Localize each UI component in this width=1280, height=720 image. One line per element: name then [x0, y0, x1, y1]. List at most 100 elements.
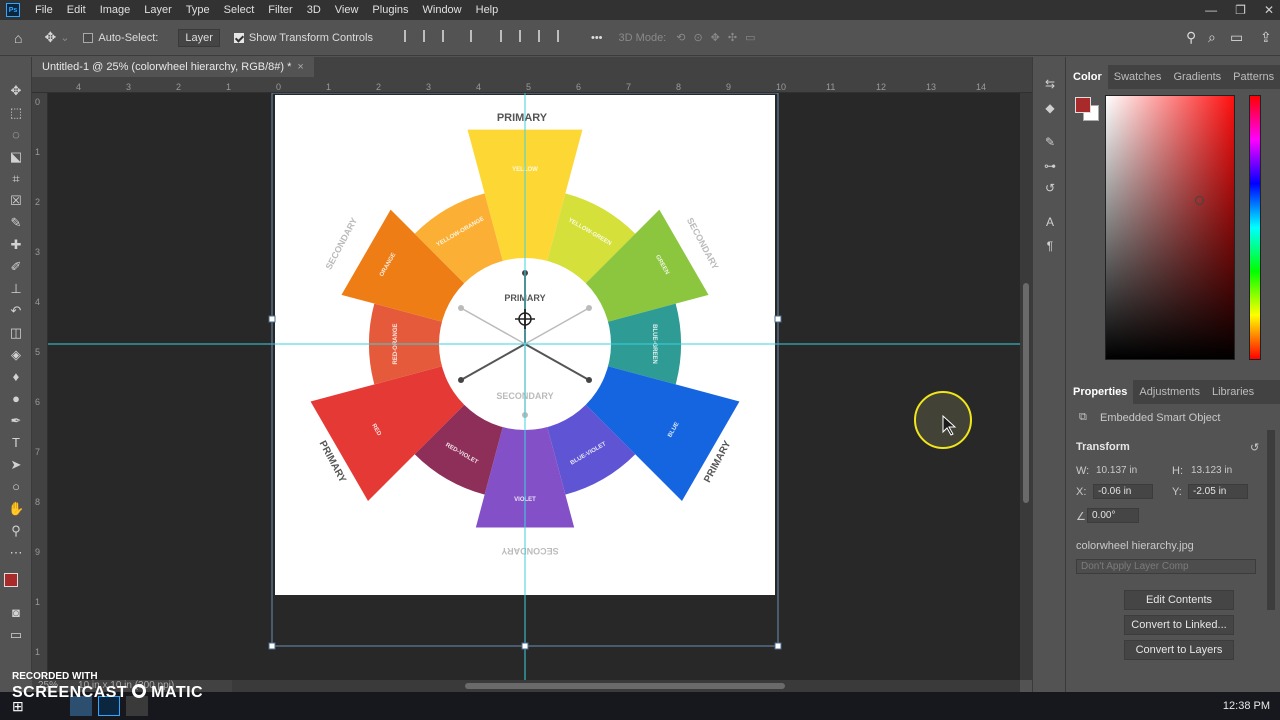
- hand-tool-icon[interactable]: ✋: [8, 501, 24, 517]
- horizontal-scrollbar-thumb[interactable]: [465, 683, 785, 689]
- horizontal-scrollbar[interactable]: [230, 680, 1020, 692]
- character-panel-icon[interactable]: A: [1043, 215, 1057, 229]
- menu-window[interactable]: Window: [416, 0, 469, 20]
- brush-tool-icon[interactable]: ✐: [8, 259, 24, 275]
- adjustments-icon[interactable]: ⊶: [1043, 159, 1057, 173]
- path-selection-icon[interactable]: ➤: [8, 457, 24, 473]
- tab-color[interactable]: Color: [1067, 65, 1108, 89]
- tab-properties[interactable]: Properties: [1067, 380, 1134, 404]
- frame-tool-icon[interactable]: ☒: [8, 193, 24, 209]
- color-picker-marker[interactable]: [1195, 196, 1204, 205]
- height-value[interactable]: 13.123 in: [1191, 465, 1232, 476]
- convert-to-layers-button[interactable]: Convert to Layers: [1124, 640, 1234, 660]
- menu-layer[interactable]: Layer: [137, 0, 179, 20]
- move-tool-icon[interactable]: ✥: [8, 83, 24, 99]
- marquee-tool-icon[interactable]: ⬚: [8, 105, 24, 121]
- dodge-tool-icon[interactable]: ●: [8, 391, 24, 407]
- convert-to-linked-button[interactable]: Convert to Linked...: [1124, 615, 1234, 635]
- align-bottom-icon[interactable]: [537, 30, 548, 42]
- width-value[interactable]: 10.137 in: [1096, 465, 1137, 476]
- more-options-icon[interactable]: •••: [591, 32, 603, 44]
- close-tab-icon[interactable]: ×: [297, 61, 303, 73]
- 3d-mode-icons[interactable]: ⟲⊙✥✣▭: [676, 31, 763, 44]
- pen-tool-icon[interactable]: ✒: [8, 413, 24, 429]
- foreground-color-swatch[interactable]: [1075, 97, 1091, 113]
- tab-swatches[interactable]: Swatches: [1108, 65, 1168, 89]
- menu-help[interactable]: Help: [469, 0, 506, 20]
- align-center-icon[interactable]: [422, 30, 433, 42]
- home-icon[interactable]: ⌂: [14, 30, 22, 46]
- edit-contents-button[interactable]: Edit Contents: [1124, 590, 1234, 610]
- layers-panel-icon[interactable]: ◆: [1043, 101, 1057, 115]
- screen-mode-icon[interactable]: ▭: [8, 627, 24, 643]
- vertical-scrollbar[interactable]: [1020, 93, 1032, 680]
- healing-brush-icon[interactable]: ✚: [8, 237, 24, 253]
- align-vertical-icon[interactable]: [556, 30, 567, 42]
- reset-transform-icon[interactable]: ↺: [1250, 441, 1259, 454]
- x-position-input[interactable]: -0.06 in: [1093, 484, 1153, 499]
- zoom-tool-icon[interactable]: ⚲: [8, 523, 24, 539]
- paint-bucket-icon[interactable]: ◈: [8, 347, 24, 363]
- share-icon[interactable]: ⇪: [1260, 29, 1272, 46]
- layer-select[interactable]: Layer: [178, 28, 220, 47]
- tab-patterns[interactable]: Patterns: [1227, 65, 1280, 89]
- restore-button[interactable]: ❐: [1235, 3, 1246, 17]
- foreground-color-swatch[interactable]: [4, 573, 18, 587]
- align-left-icon[interactable]: [403, 30, 414, 42]
- hue-slider[interactable]: [1249, 95, 1261, 360]
- align-right-icon[interactable]: [441, 30, 452, 42]
- align-middle-icon[interactable]: [518, 30, 529, 42]
- history-panel-icon[interactable]: ⇆: [1043, 77, 1057, 91]
- brush-settings-icon[interactable]: ✎: [1043, 135, 1057, 149]
- search-icon[interactable]: ⚲: [1186, 29, 1196, 46]
- quick-mask-icon[interactable]: ◙: [8, 605, 24, 621]
- ruler-top[interactable]: 4 3 2 1 0 1 2 3 4 5 6 7 8 9 10 11 12 13 …: [32, 77, 1032, 93]
- layer-comp-select[interactable]: Don't Apply Layer Comp: [1076, 559, 1256, 574]
- menu-plugins[interactable]: Plugins: [365, 0, 415, 20]
- blur-tool-icon[interactable]: ♦: [8, 369, 24, 385]
- history-icon[interactable]: ↺: [1043, 181, 1057, 195]
- properties-scrollbar[interactable]: [1267, 430, 1275, 610]
- eyedropper-icon[interactable]: ✎: [8, 215, 24, 231]
- angle-input[interactable]: 0.00°: [1087, 508, 1139, 523]
- menu-type[interactable]: Type: [179, 0, 217, 20]
- distribute-icon[interactable]: [469, 30, 480, 42]
- color-wheel-image[interactable]: YELLOWYELLOW-GREENGREENBLUE-GREENBLUEBLU…: [48, 93, 1020, 680]
- tab-adjustments[interactable]: Adjustments: [1133, 380, 1206, 404]
- menu-view[interactable]: View: [328, 0, 366, 20]
- minimize-button[interactable]: —: [1205, 3, 1217, 17]
- history-brush-icon[interactable]: ↶: [8, 303, 24, 319]
- show-transform-checkbox[interactable]: [233, 32, 249, 44]
- quick-selection-icon[interactable]: ⬕: [8, 149, 24, 165]
- ruler-left[interactable]: 0 1 2 3 4 5 6 7 8 9 1 1: [32, 93, 48, 680]
- y-position-input[interactable]: -2.05 in: [1188, 484, 1248, 499]
- zoom-search-icon[interactable]: ⌕: [1208, 29, 1216, 46]
- paragraph-panel-icon[interactable]: ¶: [1043, 239, 1057, 253]
- clone-stamp-icon[interactable]: ⊥: [8, 281, 24, 297]
- crop-tool-icon[interactable]: ⌗: [8, 171, 24, 187]
- move-tool-icon[interactable]: ✥: [44, 29, 56, 46]
- lasso-tool-icon[interactable]: ◌: [8, 127, 24, 143]
- canvas-area[interactable]: YELLOWYELLOW-GREENGREENBLUE-GREENBLUEBLU…: [48, 93, 1020, 680]
- ruler-label: 8: [676, 82, 682, 92]
- tool-preset-chevron-icon[interactable]: ⌄: [60, 31, 69, 44]
- ellipse-tool-icon[interactable]: ○: [8, 479, 24, 495]
- menu-file[interactable]: File: [28, 0, 60, 20]
- menu-edit[interactable]: Edit: [60, 0, 93, 20]
- close-window-button[interactable]: ✕: [1264, 3, 1274, 17]
- type-tool-icon[interactable]: T: [8, 435, 24, 451]
- align-top-icon[interactable]: [499, 30, 510, 42]
- document-tab[interactable]: Untitled-1 @ 25% (colorwheel hierarchy, …: [32, 57, 314, 77]
- eraser-icon[interactable]: ◫: [8, 325, 24, 341]
- auto-select-checkbox[interactable]: [83, 32, 98, 44]
- menu-image[interactable]: Image: [93, 0, 138, 20]
- color-picker-field[interactable]: [1105, 95, 1235, 360]
- tab-gradients[interactable]: Gradients: [1167, 65, 1227, 89]
- vertical-scrollbar-thumb[interactable]: [1023, 283, 1029, 503]
- workspace-icon[interactable]: ▭: [1230, 29, 1243, 46]
- menu-select[interactable]: Select: [217, 0, 262, 20]
- edit-toolbar-icon[interactable]: ⋯: [8, 545, 24, 561]
- menu-filter[interactable]: Filter: [261, 0, 299, 20]
- tab-libraries[interactable]: Libraries: [1206, 380, 1260, 404]
- menu-3d[interactable]: 3D: [300, 0, 328, 20]
